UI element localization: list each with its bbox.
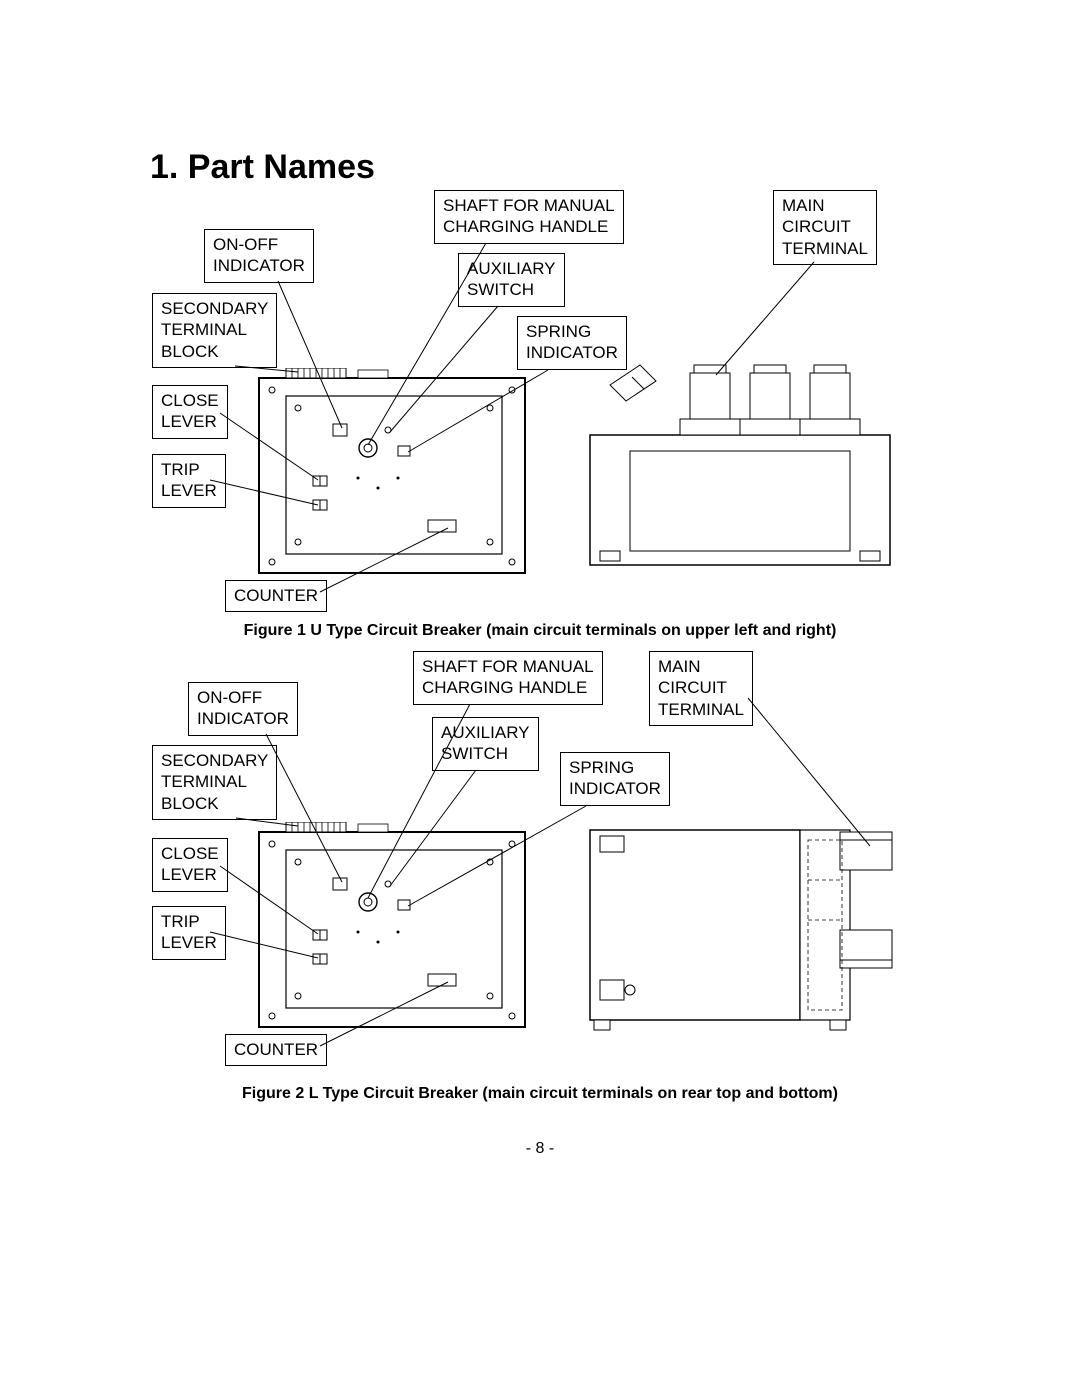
label-main-circuit-terminal: MAIN CIRCUIT TERMINAL <box>773 190 877 265</box>
label-auxiliary-switch-2: AUXILIARY SWITCH <box>432 717 539 771</box>
label-spring-indicator: SPRING INDICATOR <box>517 316 627 370</box>
label-counter: COUNTER <box>225 580 327 612</box>
label-spring-indicator-2: SPRING INDICATOR <box>560 752 670 806</box>
label-close-lever: CLOSE LEVER <box>152 385 228 439</box>
figure1-caption: Figure 1 U Type Circuit Breaker (main ci… <box>0 622 1080 640</box>
label-shaft-for-manual-charging-handle: SHAFT FOR MANUAL CHARGING HANDLE <box>434 190 624 244</box>
label-on-off-indicator: ON-OFF INDICATOR <box>204 229 314 283</box>
figure2-side-drawing <box>580 810 900 1040</box>
figure2-front-drawing <box>258 822 526 1028</box>
label-main-circuit-terminal-2: MAIN CIRCUIT TERMINAL <box>649 651 753 726</box>
label-on-off-indicator-2: ON-OFF INDICATOR <box>188 682 298 736</box>
label-secondary-terminal-block-2: SECONDARY TERMINAL BLOCK <box>152 745 277 820</box>
label-trip-lever: TRIP LEVER <box>152 454 226 508</box>
label-close-lever-2: CLOSE LEVER <box>152 838 228 892</box>
figure2-caption: Figure 2 L Type Circuit Breaker (main ci… <box>0 1085 1080 1103</box>
label-auxiliary-switch: AUXILIARY SWITCH <box>458 253 565 307</box>
label-counter-2: COUNTER <box>225 1034 327 1066</box>
figure1-side-drawing <box>580 355 900 575</box>
figure1-front-drawing <box>258 368 526 574</box>
section-title: 1. Part Names <box>150 148 375 187</box>
label-secondary-terminal-block: SECONDARY TERMINAL BLOCK <box>152 293 277 368</box>
label-trip-lever-2: TRIP LEVER <box>152 906 226 960</box>
page-number: - 8 - <box>0 1140 1080 1158</box>
label-shaft-for-manual-charging-handle-2: SHAFT FOR MANUAL CHARGING HANDLE <box>413 651 603 705</box>
